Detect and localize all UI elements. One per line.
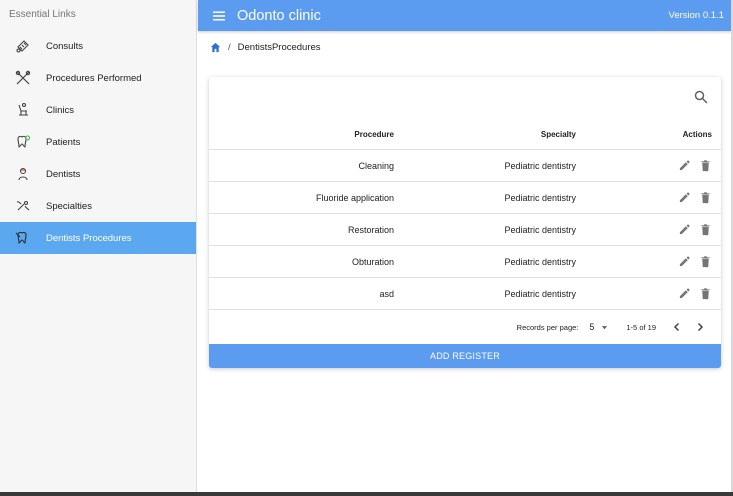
drawer-item-label: Consults	[46, 40, 83, 52]
column-header-specialty[interactable]: Specialty	[394, 130, 576, 139]
edit-button[interactable]	[677, 287, 691, 301]
app-title: Odonto clinic	[237, 7, 321, 24]
next-page-button[interactable]	[693, 320, 707, 334]
search-icon	[694, 90, 708, 104]
delete-button[interactable]	[698, 287, 712, 301]
drawer-item-label: Procedures Performed	[46, 72, 142, 84]
drawer-item-specialties[interactable]: Specialties	[0, 190, 196, 222]
menu-icon	[213, 11, 225, 20]
drawer-item-procedures-performed[interactable]: Procedures Performed	[0, 62, 196, 94]
previous-page-button[interactable]	[670, 320, 684, 334]
cell-actions	[576, 191, 712, 205]
search-button[interactable]	[694, 90, 710, 106]
dentist-icon	[0, 166, 46, 182]
page-range: 1-5 of 19	[626, 322, 656, 332]
drawer-item-consults[interactable]: Consults	[0, 30, 196, 62]
column-header-procedure[interactable]: Procedure	[209, 130, 394, 139]
drawer-item-dentists[interactable]: Dentists	[0, 158, 196, 190]
chevron-right-icon	[697, 322, 704, 332]
add-register-button[interactable]: ADD REGISTER	[209, 344, 721, 368]
breadcrumb: / DentistsProcedures	[210, 42, 321, 53]
bottom-bar	[0, 492, 733, 496]
edit-button[interactable]	[677, 223, 691, 237]
navigation-drawer: Essential Links Consults Procedures Perf…	[0, 0, 197, 492]
cell-specialty: Pediatric dentistry	[504, 192, 576, 203]
drawer-item-dentists-procedures[interactable]: Dentists Procedures	[0, 222, 196, 254]
edit-icon	[679, 224, 690, 235]
trash-icon	[700, 224, 710, 236]
trash-icon	[700, 160, 710, 172]
specialties-icon	[0, 198, 46, 214]
table-row: asd Pediatric dentistry	[209, 278, 721, 310]
menu-button[interactable]	[208, 5, 230, 27]
drawer-item-label: Patients	[46, 136, 81, 148]
trash-icon	[700, 256, 710, 268]
drawer-item-clinics[interactable]: Clinics	[0, 94, 196, 126]
consults-icon	[0, 38, 46, 54]
cell-procedure: asd	[379, 288, 394, 299]
tooth-procedure-icon	[0, 230, 46, 246]
records-per-page-select[interactable]: 5	[589, 322, 609, 332]
cell-actions	[576, 255, 712, 269]
table-header-row: Procedure Specialty Actions	[209, 119, 721, 150]
tooth-icon	[0, 134, 46, 150]
table-row: Restoration Pediatric dentistry	[209, 214, 721, 246]
cell-specialty: Pediatric dentistry	[504, 160, 576, 171]
drawer-item-label: Dentists	[46, 168, 81, 180]
drawer-item-label: Clinics	[46, 104, 74, 116]
trash-icon	[700, 192, 710, 204]
cell-procedure: Restoration	[347, 224, 394, 235]
data-table-card: Procedure Specialty Actions Cleaning Ped…	[209, 77, 721, 368]
cell-procedure: Fluoride application	[315, 192, 394, 203]
trash-icon	[700, 288, 710, 300]
edit-icon	[679, 256, 690, 267]
table-row: Cleaning Pediatric dentistry	[209, 150, 721, 182]
edit-button[interactable]	[677, 159, 691, 173]
breadcrumb-separator: /	[228, 42, 231, 53]
cell-procedure: Cleaning	[358, 160, 394, 171]
records-per-page-label: Records per page:	[516, 322, 579, 332]
delete-button[interactable]	[698, 191, 712, 205]
drawer-item-patients[interactable]: Patients	[0, 126, 196, 158]
cell-specialty: Pediatric dentistry	[504, 256, 576, 267]
table-row: Obturation Pediatric dentistry	[209, 246, 721, 278]
edit-icon	[679, 160, 690, 171]
data-table: Procedure Specialty Actions Cleaning Ped…	[209, 119, 721, 310]
breadcrumb-current: DentistsProcedures	[237, 42, 321, 53]
edit-icon	[679, 288, 690, 299]
cell-procedure: Obturation	[351, 256, 394, 267]
clinic-chair-icon	[0, 102, 46, 118]
edit-icon	[679, 192, 690, 203]
drawer-item-label: Dentists Procedures	[46, 232, 132, 244]
edit-button[interactable]	[677, 191, 691, 205]
app-header: Odonto clinic Version 0.1.1	[198, 0, 733, 31]
procedures-icon	[0, 70, 46, 86]
cell-actions	[576, 159, 712, 173]
drawer-item-label: Specialties	[46, 200, 92, 212]
delete-button[interactable]	[698, 223, 712, 237]
drawer-header: Essential Links	[9, 9, 76, 20]
delete-button[interactable]	[698, 159, 712, 173]
home-icon[interactable]	[210, 42, 221, 53]
cell-specialty: Pediatric dentistry	[504, 224, 576, 235]
edit-button[interactable]	[677, 255, 691, 269]
cell-actions	[576, 287, 712, 301]
column-header-actions: Actions	[682, 129, 712, 139]
dropdown-arrow-icon	[602, 325, 608, 329]
delete-button[interactable]	[698, 255, 712, 269]
version-label: Version 0.1.1	[668, 10, 724, 21]
records-per-page-value: 5	[589, 322, 595, 332]
chevron-left-icon	[673, 322, 680, 332]
table-row: Fluoride application Pediatric dentistry	[209, 182, 721, 214]
cell-specialty: Pediatric dentistry	[504, 288, 576, 299]
pagination: Records per page: 5 1-5 of 19	[209, 312, 721, 342]
cell-actions	[576, 223, 712, 237]
